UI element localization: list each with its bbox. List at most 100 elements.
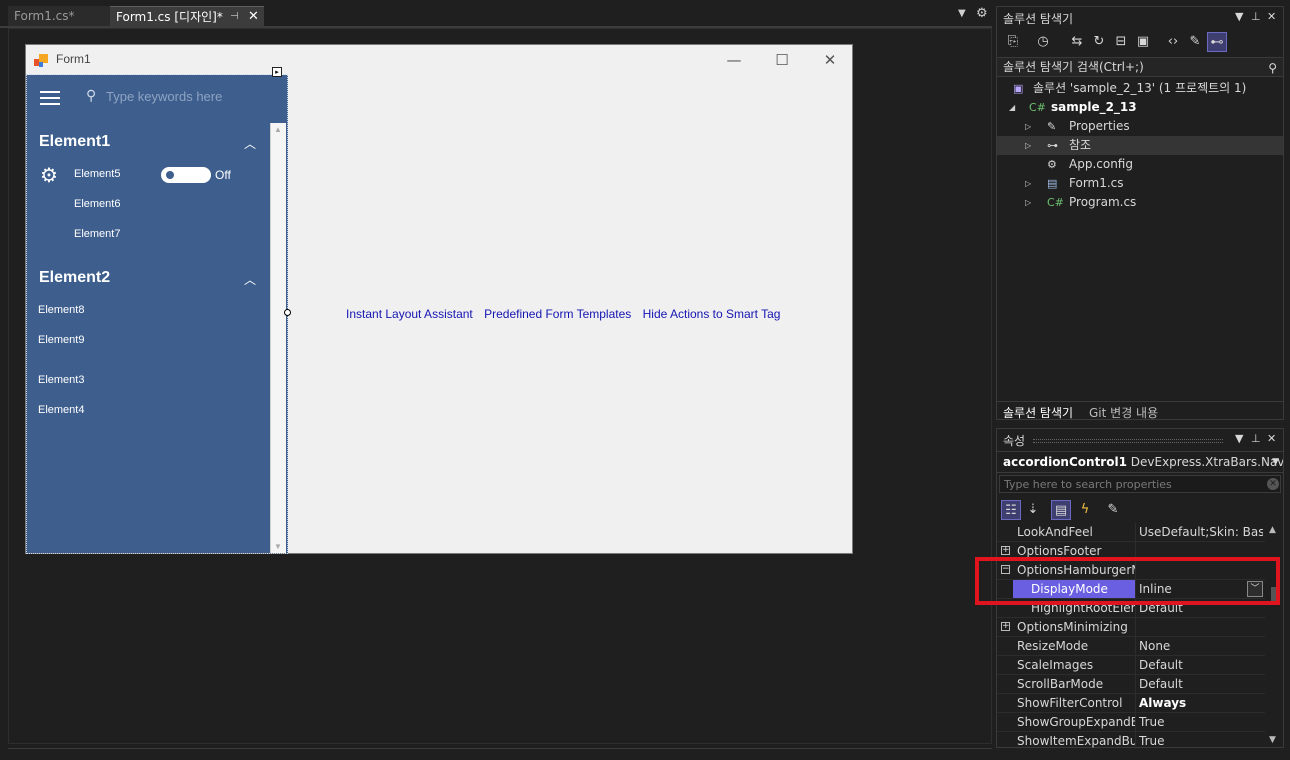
property-value[interactable]: Inline	[1139, 580, 1263, 598]
scroll-down-icon[interactable]: ▼	[274, 542, 282, 551]
gear-icon[interactable]: ⚙	[976, 6, 988, 21]
pane-menu-icon[interactable]: ▼	[1235, 10, 1243, 23]
minimize-icon[interactable]: —	[719, 49, 749, 71]
preview-selected-icon[interactable]: ⊷	[1207, 32, 1227, 52]
property-value[interactable]: True	[1139, 732, 1263, 749]
property-value[interactable]: Default	[1139, 675, 1263, 693]
search-icon[interactable]: ⚲	[1268, 59, 1277, 77]
dropdown-arrow-icon[interactable]: ﹀	[1247, 581, 1263, 597]
clear-icon[interactable]: ✕	[1267, 478, 1279, 490]
hide-actions-link[interactable]: Hide Actions to Smart Tag	[643, 307, 781, 321]
sync-icon[interactable]: ⇆	[1067, 32, 1087, 52]
property-row[interactable]: ResizeMode None	[997, 637, 1265, 656]
switch-views-icon[interactable]: ⎘	[1003, 32, 1023, 52]
property-value[interactable]: Always	[1139, 694, 1263, 712]
collapsed-arrow-icon[interactable]: ▷	[1025, 174, 1031, 193]
hamburger-menu-icon[interactable]	[40, 89, 62, 105]
refresh-icon[interactable]: ↻	[1089, 32, 1109, 52]
wrench-icon[interactable]: ✎	[1185, 32, 1205, 52]
scroll-thumb[interactable]	[1271, 587, 1277, 601]
accordion-control[interactable]: ⚲ Element1 ︿ ⚙ Element5 Off Element6 Ele…	[26, 75, 288, 553]
property-row-selected[interactable]: DisplayMode Inline ﹀	[997, 580, 1265, 599]
pin-icon[interactable]: ⊣	[230, 7, 239, 27]
toggle-switch[interactable]	[161, 167, 211, 183]
accordion-item[interactable]: Element4	[38, 404, 84, 416]
accordion-item[interactable]: Element5	[74, 168, 120, 180]
property-value[interactable]: None	[1139, 637, 1263, 655]
property-grid-scrollbar[interactable]: ▲ ▼	[1265, 523, 1283, 749]
pin-icon[interactable]: ⊥	[1251, 10, 1261, 23]
expand-plus-icon[interactable]: +	[1001, 622, 1010, 631]
tree-item-solution[interactable]: ▣ 솔루션 'sample_2_13' (1 프로젝트의 1)	[997, 79, 1283, 98]
property-search-input[interactable]	[999, 475, 1281, 493]
close-icon[interactable]: ✕	[248, 7, 259, 27]
property-value[interactable]: Default	[1139, 599, 1263, 617]
close-icon[interactable]: ✕	[1267, 432, 1276, 445]
tree-item-program[interactable]: ▷ C# Program.cs	[997, 193, 1283, 212]
smart-tag-glyph-icon[interactable]: ▸	[272, 67, 282, 77]
maximize-icon[interactable]: ☐	[767, 49, 797, 71]
property-row[interactable]: ShowFilterControl Always	[997, 694, 1265, 713]
tree-item-references[interactable]: ▷ ⊶ 참조	[997, 136, 1283, 155]
accordion-item[interactable]: Element6	[74, 198, 120, 210]
events-lightning-icon[interactable]: ϟ	[1075, 500, 1095, 520]
property-row[interactable]: HighlightRootEleme Default	[997, 599, 1265, 618]
property-value[interactable]: Default	[1139, 656, 1263, 674]
collapsed-arrow-icon[interactable]: ▷	[1025, 117, 1031, 136]
property-pages-icon[interactable]: ✎	[1103, 500, 1123, 520]
accordion-item[interactable]: Element7	[74, 228, 120, 240]
tab-list-dropdown-icon[interactable]: ▼	[958, 8, 966, 19]
solution-search-input[interactable]: 솔루션 탐색기 검색(Ctrl+;) ⚲	[997, 57, 1283, 77]
categorized-icon[interactable]: ☷	[1001, 500, 1021, 520]
scroll-up-icon[interactable]: ▲	[274, 125, 282, 134]
property-row[interactable]: ShowItemExpandButto True	[997, 732, 1265, 749]
property-row[interactable]: LookAndFeel UseDefault;Skin: Basic	[997, 523, 1265, 542]
resize-handle[interactable]	[284, 309, 291, 316]
property-row[interactable]: − OptionsHamburgerMe	[997, 561, 1265, 580]
property-row[interactable]: ScrollBarMode Default	[997, 675, 1265, 694]
tab-form1-designer[interactable]: Form1.cs [디자인]* ⊣ ✕	[110, 6, 264, 26]
group-header-element2[interactable]: Element2	[39, 269, 110, 287]
accordion-item[interactable]: Element3	[38, 374, 84, 386]
property-row[interactable]: ShowGroupExpandBu True	[997, 713, 1265, 732]
pin-icon[interactable]: ⊥	[1251, 432, 1261, 445]
search-input[interactable]	[106, 87, 256, 105]
chevron-up-icon[interactable]: ︿	[244, 135, 256, 152]
pane-menu-icon[interactable]: ▼	[1235, 432, 1243, 445]
scroll-up-icon[interactable]: ▲	[1269, 525, 1276, 535]
expand-plus-icon[interactable]: +	[1001, 546, 1010, 555]
tab-git-changes[interactable]: Git 변경 내용	[1089, 404, 1158, 421]
collapsed-arrow-icon[interactable]: ▷	[1025, 193, 1031, 212]
object-selector[interactable]: accordionControl1 DevExpress.XtraBars.Na…	[997, 451, 1283, 473]
close-icon[interactable]: ✕	[815, 49, 845, 71]
tree-item-app-config[interactable]: ⚙ App.config	[997, 155, 1283, 174]
tree-item-project[interactable]: ◢ C# sample_2_13	[997, 98, 1283, 117]
collapse-minus-icon[interactable]: −	[1001, 565, 1010, 574]
tab-form1-code[interactable]: Form1.cs*	[8, 6, 110, 26]
close-icon[interactable]: ✕	[1267, 10, 1276, 23]
group-header-element1[interactable]: Element1	[39, 133, 110, 151]
chevron-up-icon[interactable]: ︿	[244, 271, 256, 288]
accordion-item[interactable]: Element8	[38, 304, 84, 316]
tree-item-properties[interactable]: ▷ ✎ Properties	[997, 117, 1283, 136]
property-value[interactable]: UseDefault;Skin: Basic	[1139, 523, 1263, 541]
tab-solution-explorer[interactable]: 솔루션 탐색기	[1003, 404, 1073, 421]
property-row[interactable]: + OptionsFooter	[997, 542, 1265, 561]
scroll-down-icon[interactable]: ▼	[1269, 735, 1276, 745]
expanded-arrow-icon[interactable]: ◢	[1009, 98, 1015, 117]
pending-changes-icon[interactable]: ◷	[1033, 32, 1053, 52]
tree-item-form1[interactable]: ▷ ▤ Form1.cs	[997, 174, 1283, 193]
property-row[interactable]: + OptionsMinimizing	[997, 618, 1265, 637]
accordion-scrollbar[interactable]: ▲ ▼	[270, 123, 286, 553]
chevron-down-icon[interactable]: ▼	[1272, 457, 1279, 467]
view-code-icon[interactable]: ‹›	[1163, 32, 1183, 52]
accordion-item[interactable]: Element9	[38, 334, 84, 346]
properties-icon[interactable]: ▤	[1051, 500, 1071, 520]
drag-grip[interactable]	[1033, 439, 1223, 443]
instant-layout-assistant-link[interactable]: Instant Layout Assistant	[346, 307, 473, 321]
collapse-all-icon[interactable]: ⊟	[1111, 32, 1131, 52]
property-value[interactable]: True	[1139, 713, 1263, 731]
collapsed-arrow-icon[interactable]: ▷	[1025, 136, 1031, 155]
predefined-form-templates-link[interactable]: Predefined Form Templates	[484, 307, 631, 321]
show-all-files-icon[interactable]: ▣	[1133, 32, 1153, 52]
